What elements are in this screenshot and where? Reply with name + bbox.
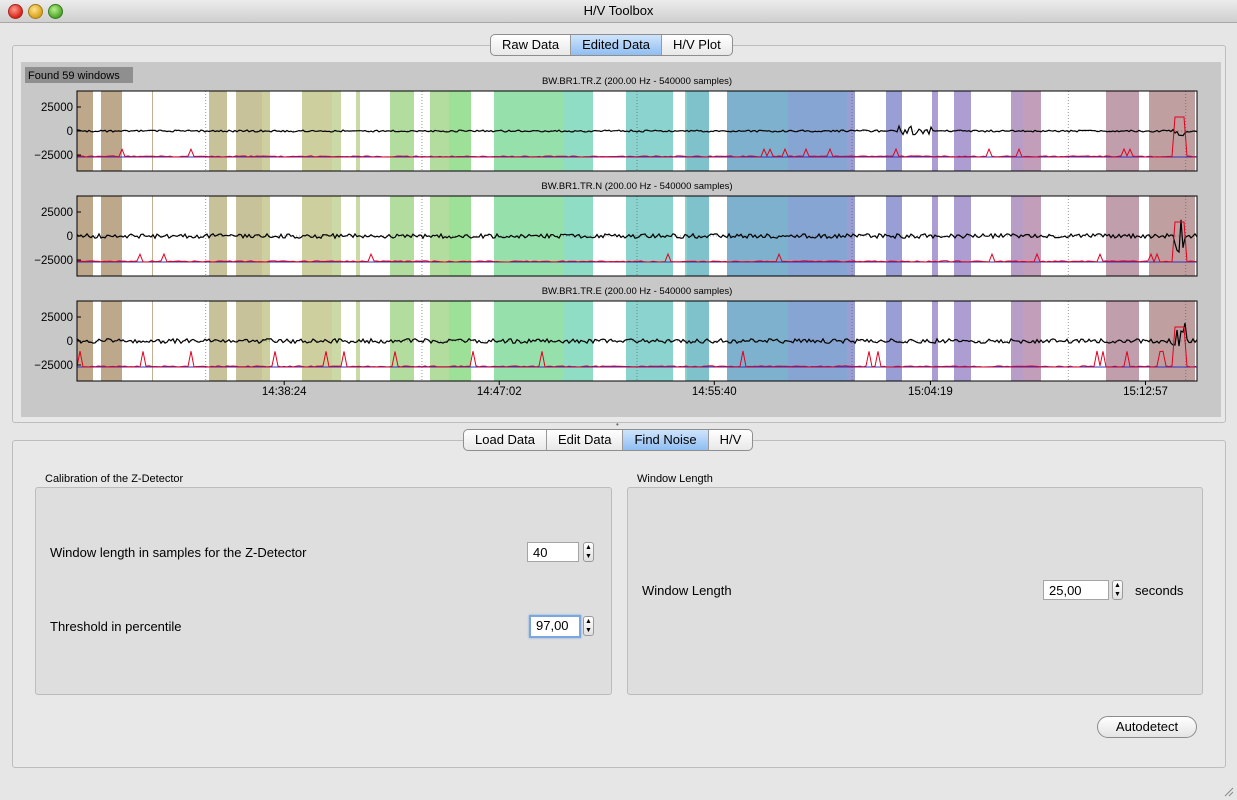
x-tick-label: 15:12:57 [1123, 386, 1168, 398]
split-divider-handle[interactable]: • [616, 420, 619, 429]
x-tick-label: 14:55:40 [692, 386, 737, 398]
rejected-window-gap [277, 196, 302, 276]
seismogram-plot-area[interactable]: Found 59 windows BW.BR1.TR.Z (200.00 Hz -… [21, 62, 1221, 417]
window-length-samples-stepper-icon[interactable]: ▲ ▼ [583, 542, 594, 562]
title-bar: H/V Toolbox [0, 0, 1237, 23]
tab-hv-plot[interactable]: H/V Plot [662, 35, 732, 55]
resize-grip-icon[interactable] [1224, 787, 1234, 797]
noise-window-band[interactable] [880, 196, 886, 276]
x-tick-label: 14:47:02 [477, 386, 522, 398]
x-tick-label: 15:04:19 [908, 386, 953, 398]
zdetector-group-title: Calibration of the Z-Detector [45, 473, 184, 485]
x-tick-label: 14:38:24 [262, 386, 307, 398]
window-length-samples-field[interactable]: 40 [527, 542, 579, 562]
autodetect-button[interactable]: Autodetect [1097, 716, 1197, 738]
y-tick-label: 25000 [41, 312, 73, 324]
window-length-stepper-icon[interactable]: ▲ ▼ [1112, 580, 1123, 600]
tab-find-noise[interactable]: Find Noise [623, 430, 709, 450]
window-length-samples-label: Window length in samples for the Z-Detec… [50, 545, 307, 560]
trace-title: BW.BR1.TR.E (200.00 Hz - 540000 samples) [542, 286, 733, 297]
seismogram-plot: Found 59 windows BW.BR1.TR.Z (200.00 Hz -… [25, 67, 1198, 398]
noise-window-band[interactable] [471, 196, 479, 276]
trace-title: BW.BR1.TR.N (200.00 Hz - 540000 samples) [541, 181, 732, 192]
window-length-field[interactable]: 25,00 [1043, 580, 1109, 600]
noise-window-band[interactable] [855, 196, 880, 276]
tab-hv[interactable]: H/V [709, 430, 753, 450]
y-tick-label: −25000 [34, 360, 73, 372]
zdetector-group [35, 487, 612, 695]
tab-raw-data[interactable]: Raw Data [491, 35, 572, 55]
tab-edit-data[interactable]: Edit Data [547, 430, 624, 450]
tab-edited-data[interactable]: Edited Data [571, 35, 663, 55]
y-tick-label: 0 [67, 336, 73, 348]
y-tick-label: −25000 [34, 255, 73, 267]
bottom-tab-bar: Load Data Edit Data Find Noise H/V [463, 429, 754, 451]
y-tick-label: 25000 [41, 207, 73, 219]
noise-window-band[interactable] [1106, 301, 1122, 381]
threshold-percentile-label: Threshold in percentile [50, 619, 182, 634]
window-title: H/V Toolbox [583, 3, 654, 18]
top-tab-bar: Raw Data Edited Data H/V Plot [490, 34, 733, 56]
threshold-percentile-stepper-icon[interactable]: ▲ ▼ [583, 616, 594, 636]
window-length-group-title: Window Length [637, 473, 713, 485]
y-tick-label: 0 [67, 126, 73, 138]
window-length-label: Window Length [642, 583, 732, 598]
found-windows-label: Found 59 windows [28, 70, 120, 82]
y-tick-label: 0 [67, 231, 73, 243]
threshold-percentile-field[interactable]: 97,00 [529, 615, 581, 638]
y-tick-label: 25000 [41, 102, 73, 114]
y-tick-label: −25000 [34, 150, 73, 162]
window-length-unit: seconds [1135, 583, 1184, 598]
trace-title: BW.BR1.TR.Z (200.00 Hz - 540000 samples) [542, 76, 732, 87]
tab-load-data[interactable]: Load Data [464, 430, 547, 450]
